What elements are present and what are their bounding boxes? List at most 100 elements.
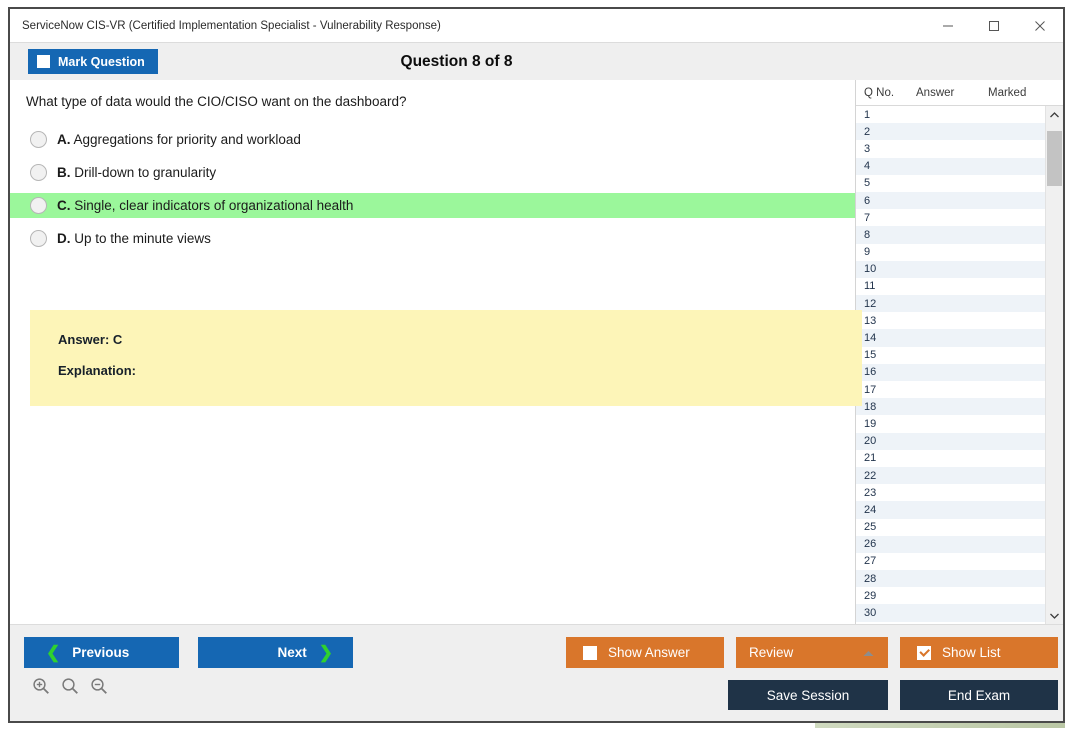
footer-toolbar: ❮ Previous Next ❯ Show Answer Review Sho… [10, 624, 1063, 721]
answer-option-row[interactable]: D. Up to the minute views [10, 226, 855, 251]
question-list-row[interactable]: 27 [856, 553, 1045, 570]
show-list-checkbox-icon[interactable] [917, 645, 931, 660]
question-list-row[interactable]: 30 [856, 604, 1045, 622]
scroll-down-icon[interactable] [1046, 607, 1063, 624]
question-row-number: 2 [864, 125, 871, 138]
scrollbar-thumb[interactable] [1047, 131, 1062, 186]
question-list-row[interactable]: 20 [856, 432, 1045, 450]
question-text: What type of data would the CIO/CISO wan… [26, 94, 407, 109]
question-list-rows: 1 2 3 4 5 6 7 8 9 10 11 12 13 14 15 16 17 18 19 20 21 22 23 24 2… [856, 106, 1045, 624]
review-dropdown[interactable]: Review [736, 637, 888, 668]
question-row-number: 23 [864, 486, 877, 499]
previous-label: Previous [72, 645, 130, 660]
end-exam-button[interactable]: End Exam [900, 680, 1058, 710]
question-list-row[interactable]: 7 [856, 209, 1045, 226]
question-row-number: 27 [864, 555, 877, 568]
question-row-number: 1 [864, 108, 871, 121]
question-list-row[interactable]: 19 [856, 415, 1045, 432]
question-row-number: 25 [864, 521, 877, 534]
mark-question-checkbox-icon[interactable] [37, 55, 50, 68]
question-list-row[interactable]: 6 [856, 191, 1045, 210]
next-button[interactable]: Next ❯ [198, 637, 353, 668]
chevron-up-icon[interactable] [863, 645, 874, 660]
question-list-row[interactable]: 10 [856, 260, 1045, 278]
save-session-label: Save Session [766, 687, 850, 703]
question-list-header: Q No. Answer Marked [856, 80, 1063, 106]
question-list-row[interactable]: 5 [856, 175, 1045, 192]
show-answer-checkbox-icon[interactable] [583, 645, 597, 660]
question-row-number: 22 [864, 469, 877, 482]
question-list-row[interactable]: 24 [856, 501, 1045, 519]
question-row-number: 24 [864, 503, 877, 516]
question-list-row[interactable]: 22 [856, 466, 1045, 485]
question-header-bar: Mark Question Question 8 of 8 [10, 42, 1063, 80]
answer-option-letter: A. [57, 132, 71, 147]
column-header-answer: Answer [916, 86, 955, 99]
question-list-row[interactable]: 28 [856, 570, 1045, 588]
show-list-button[interactable]: Show List [900, 637, 1058, 668]
question-row-number: 26 [864, 538, 877, 551]
chevron-right-icon: ❯ [318, 643, 333, 662]
question-list-row[interactable]: 8 [856, 226, 1045, 244]
answer-option-row[interactable]: C. Single, clear indicators of organizat… [10, 193, 855, 218]
radio-button-icon[interactable] [30, 230, 47, 247]
question-row-number: 6 [864, 194, 871, 207]
question-row-number: 10 [864, 263, 877, 276]
question-row-number: 29 [864, 589, 877, 602]
question-list-row[interactable]: 14 [856, 329, 1045, 347]
question-list-row[interactable]: 13 [856, 312, 1045, 329]
question-list-row[interactable]: 4 [856, 157, 1045, 175]
answer-option-row[interactable]: A. Aggregations for priority and workloa… [10, 127, 855, 152]
radio-button-icon[interactable] [30, 131, 47, 148]
question-row-number: 19 [864, 417, 877, 430]
radio-button-icon[interactable] [30, 197, 47, 214]
question-list-scrollbar[interactable] [1045, 106, 1063, 624]
close-icon[interactable] [1017, 9, 1063, 42]
question-list-row[interactable]: 12 [856, 295, 1045, 313]
show-answer-button[interactable]: Show Answer [566, 637, 724, 668]
scroll-up-icon[interactable] [1046, 106, 1063, 123]
question-list-row[interactable]: 15 [856, 347, 1045, 364]
explanation-label: Explanation: [58, 363, 137, 378]
question-list-row[interactable]: 16 [856, 363, 1045, 381]
show-answer-label: Show Answer [608, 645, 690, 660]
maximize-icon[interactable] [971, 9, 1017, 42]
question-row-number: 4 [864, 160, 871, 173]
question-list-row[interactable]: 26 [856, 535, 1045, 553]
zoom-in-icon[interactable] [32, 677, 50, 700]
question-list-row[interactable]: 25 [856, 519, 1045, 536]
question-list-row[interactable]: 11 [856, 278, 1045, 295]
question-list-row[interactable]: 3 [856, 140, 1045, 157]
question-list-row[interactable]: 29 [856, 587, 1045, 604]
radio-button-icon[interactable] [30, 164, 47, 181]
question-row-number: 18 [864, 400, 877, 413]
question-row-number: 9 [864, 246, 871, 259]
scrollbar-track[interactable] [1046, 123, 1063, 607]
question-list-row[interactable]: 1 [856, 106, 1045, 123]
question-list-row[interactable]: 17 [856, 381, 1045, 398]
question-list-row[interactable]: 2 [856, 123, 1045, 141]
answer-option-letter: C. [57, 198, 71, 213]
question-pane: What type of data would the CIO/CISO wan… [10, 80, 862, 624]
question-list-row[interactable]: 23 [856, 484, 1045, 501]
mark-question-button[interactable]: Mark Question [28, 49, 158, 74]
question-row-number: 21 [864, 452, 877, 465]
answer-option-row[interactable]: B. Drill-down to granularity [10, 160, 855, 185]
question-list-pane: Q No. Answer Marked 1 2 3 4 5 6 7 8 9 10 11 12 13 14 1… [855, 80, 1063, 624]
window-frame: ServiceNow CIS-VR (Certified Implementat… [8, 7, 1065, 723]
question-row-number: 30 [864, 607, 877, 620]
minimize-icon[interactable] [925, 9, 971, 42]
exam-application-window: ServiceNow CIS-VR (Certified Implementat… [0, 0, 1075, 735]
previous-button[interactable]: ❮ Previous [24, 637, 179, 668]
question-row-number: 7 [864, 211, 871, 224]
question-list-row[interactable]: 9 [856, 244, 1045, 261]
zoom-out-icon[interactable] [90, 677, 108, 700]
question-list-row[interactable]: 21 [856, 450, 1045, 467]
question-counter-title: Question 8 of 8 [400, 52, 513, 70]
window-title: ServiceNow CIS-VR (Certified Implementat… [22, 19, 441, 32]
zoom-controls [32, 677, 108, 700]
zoom-reset-icon[interactable] [61, 677, 79, 700]
save-session-button[interactable]: Save Session [728, 680, 888, 710]
question-row-number: 8 [864, 228, 871, 241]
question-list-row[interactable]: 18 [856, 398, 1045, 416]
